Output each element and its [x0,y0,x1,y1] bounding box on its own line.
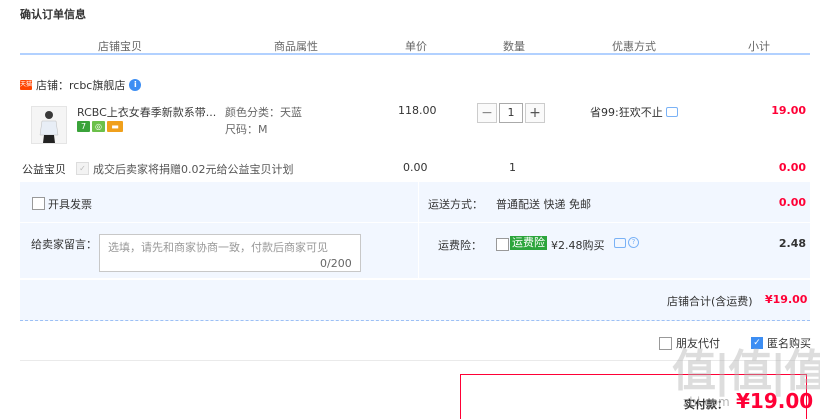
insurance-checkbox[interactable] [496,238,509,251]
shop-total-value: ¥19.00 [765,293,808,306]
panel-divider [418,182,419,278]
qty-plus-button[interactable]: + [525,103,545,123]
insurance-tag: 运费险 [510,236,547,250]
site-watermark-sub: zhi.com [683,395,730,409]
shop-row: 天猫 店铺：rcbc旗舰店 i [20,77,142,93]
attr-color: 颜色分类：天蓝 [225,106,302,119]
friend-pay-checkbox[interactable] [659,336,672,350]
qty-input[interactable]: 1 [499,103,523,123]
charity-price: 0.00 [403,161,428,174]
shop-name-link[interactable]: 店铺：rcbc旗舰店 [36,77,125,93]
charity-label: 公益宝贝 [22,163,66,176]
qty-minus-button[interactable]: − [477,103,497,123]
page-title: 确认订单信息 [20,8,86,21]
memo-label: 给卖家留言： [31,238,97,251]
guarantee-badge-icon[interactable]: ◎ [92,121,105,132]
invoice-checkbox[interactable] [32,197,45,210]
memo-placeholder: 选填，请先和商家协商一致，付款后商家可见 [108,241,328,254]
shop-info-icon[interactable]: i [129,79,142,91]
shop-total-label: 店铺合计(含运费) [667,295,753,308]
service-badge-icon[interactable]: 7 [77,121,90,132]
promo-info: 省99:狂欢不止 [590,104,678,120]
insurance-cost: 2.48 [778,237,806,250]
item-thumbnail[interactable] [31,106,67,144]
shipping-method: 普通配送 快递 免邮 [496,198,591,211]
col-header-shop-item: 店铺宝贝 [98,40,142,53]
clothing-model-icon [32,107,66,143]
item-title-link[interactable]: RCBC上衣女春季新款系带... [77,104,217,120]
charity-subtotal: 0.00 [778,161,806,174]
header-divider [20,53,810,55]
insurance-price: ¥2.48购买 [551,239,605,252]
tmall-tag-icon: 天猫 [20,80,33,90]
charity-text: 成交后卖家将捐赠0.02元给公益宝贝计划 [93,163,294,176]
col-header-discount: 优惠方式 [612,40,656,53]
chat-bubble-icon[interactable] [614,237,626,248]
col-header-attributes: 商品属性 [274,40,318,53]
site-watermark: 值|值|值 [672,346,820,397]
shipping-cost: 0.00 [778,196,806,209]
item-unit-price: 118.00 [398,104,437,117]
help-icon[interactable]: ? [628,237,639,248]
attr-size: 尺码：M [225,123,268,136]
panel-hline [20,222,810,223]
insurance-icons: ? [614,237,639,248]
item-subtotal: 19.00 [771,104,806,117]
chat-bubble-icon[interactable] [665,107,678,117]
col-header-quantity: 数量 [503,40,525,53]
shipping-label: 运送方式： [428,198,483,211]
quantity-stepper: − 1 + [477,103,545,123]
item-badges: 7 ◎ ▬ [77,121,123,132]
col-header-price: 单价 [405,40,427,53]
invoice-label[interactable]: 开具发票 [48,196,92,212]
promo-text: 省99:狂欢不止 [590,106,663,119]
credit-card-badge-icon[interactable]: ▬ [107,121,123,132]
col-header-subtotal: 小计 [748,40,770,53]
insurance-label: 运费险： [438,239,482,252]
memo-char-count: 0/200 [320,257,352,270]
charity-checkbox: ✓ [76,162,89,175]
charity-qty: 1 [509,161,516,174]
